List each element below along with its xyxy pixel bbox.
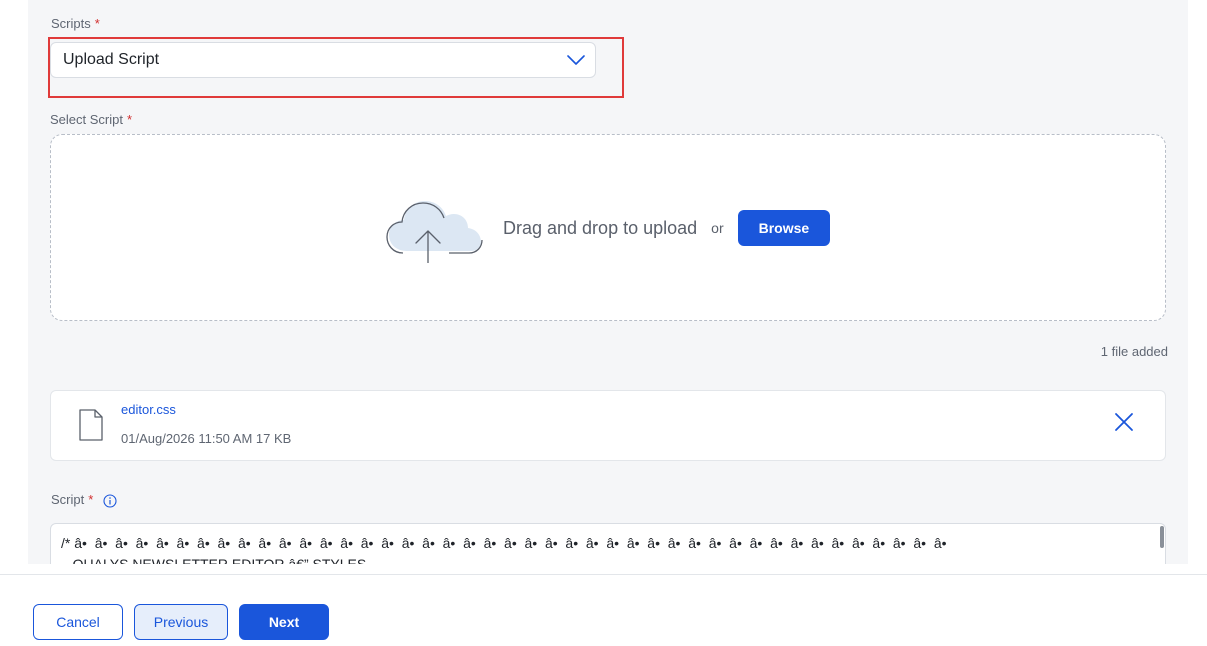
script-label-text: Script: [51, 492, 85, 507]
required-mark: *: [94, 16, 100, 31]
dropzone-or: or: [711, 220, 724, 236]
dropzone-content: Drag and drop to upload or Browse: [385, 193, 831, 263]
browse-button[interactable]: Browse: [737, 210, 831, 246]
previous-button[interactable]: Previous: [134, 604, 228, 640]
script-line-1: /* â• â• â• â• â• â• â• â• â• â• â• â• â…: [61, 535, 947, 551]
script-label: Script *: [51, 492, 117, 508]
select-script-label-text: Select Script: [50, 112, 123, 127]
required-mark: *: [126, 112, 133, 127]
scripts-dropdown[interactable]: Upload Script: [50, 42, 596, 78]
cancel-button[interactable]: Cancel: [33, 604, 123, 640]
app: Scripts * Upload Script Select Script * Dr…: [0, 0, 1207, 646]
file-icon: [79, 409, 103, 441]
scripts-label-text: Scripts: [51, 16, 91, 31]
dropzone-text: Drag and drop to upload: [503, 217, 698, 238]
select-script-label: Select Script *: [50, 112, 132, 127]
file-dropzone[interactable]: Drag and drop to upload or Browse: [50, 134, 1166, 321]
file-card: editor.css 01/Aug/2026 11:50 AM 17 KB: [50, 390, 1166, 461]
required-mark: *: [88, 492, 94, 507]
script-scrollbar[interactable]: [1160, 526, 1164, 548]
file-meta: 01/Aug/2026 11:50 AM 17 KB: [121, 431, 292, 446]
footer-bar: Cancel Previous Next: [0, 574, 1207, 646]
scripts-label: Scripts *: [51, 16, 100, 31]
chevron-down-icon: [567, 51, 585, 69]
script-line-2: QUALYS NEWSLETTER EDITOR â€” STYLES: [61, 556, 367, 564]
file-name-link[interactable]: editor.css: [121, 402, 176, 417]
form-panel: Scripts * Upload Script Select Script * Dr…: [28, 0, 1188, 564]
cloud-upload-icon: [386, 201, 483, 263]
files-count: 1 file added: [1100, 344, 1168, 359]
close-icon[interactable]: [1113, 411, 1135, 433]
scripts-dropdown-value: Upload Script: [63, 51, 160, 68]
info-icon[interactable]: [103, 494, 117, 508]
next-button[interactable]: Next: [239, 604, 329, 640]
script-editor[interactable]: /* â• â• â• â• â• â• â• â• â• â• â• â• â…: [50, 523, 1166, 564]
